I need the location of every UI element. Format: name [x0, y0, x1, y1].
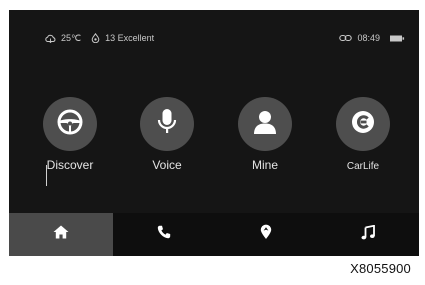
dock-navigation-button[interactable] — [215, 213, 317, 256]
infotainment-screen: 25℃ 13 Excellent 08:49 Discover Voice Mi… — [9, 10, 419, 256]
microphone-icon — [155, 107, 179, 142]
app-discover[interactable]: Discover — [33, 97, 107, 177]
focus-indicator — [46, 165, 47, 186]
steering-wheel-icon — [56, 108, 84, 141]
air-quality-icon — [91, 33, 100, 43]
app-voice[interactable]: Voice — [130, 97, 204, 177]
dock-music-button[interactable] — [317, 213, 419, 256]
app-mine[interactable]: Mine — [228, 97, 302, 177]
voice-button[interactable] — [140, 97, 194, 151]
status-bar: 25℃ 13 Excellent 08:49 — [9, 10, 419, 50]
temperature-text: 25℃ — [61, 33, 82, 43]
image-code: X8055900 — [350, 261, 411, 276]
dock-phone-button[interactable] — [113, 213, 215, 256]
music-note-icon — [361, 224, 375, 245]
mine-label: Mine — [251, 158, 278, 172]
home-icon — [53, 225, 69, 244]
carlife-button[interactable] — [336, 97, 390, 151]
dock-home-button[interactable] — [9, 213, 113, 256]
air-quality-text: 13 Excellent — [105, 33, 155, 43]
mine-button[interactable] — [238, 97, 292, 151]
phone-icon — [157, 225, 171, 244]
clock-text: 08:49 — [357, 33, 380, 43]
navigation-icon — [260, 224, 272, 245]
person-icon — [252, 109, 278, 140]
bottom-dock — [9, 213, 419, 256]
carlife-icon — [349, 108, 377, 141]
status-right: 08:49 — [339, 33, 405, 43]
app-carlife[interactable]: CarLife — [326, 97, 400, 177]
connection-link-icon — [339, 34, 353, 42]
battery-icon — [390, 35, 405, 42]
status-left: 25℃ 13 Excellent — [45, 33, 154, 43]
carlife-label: CarLife — [346, 161, 380, 172]
discover-button[interactable] — [43, 97, 97, 151]
weather-cloud-icon — [45, 34, 56, 43]
discover-label: Discover — [46, 158, 94, 172]
voice-label: Voice — [152, 158, 182, 172]
